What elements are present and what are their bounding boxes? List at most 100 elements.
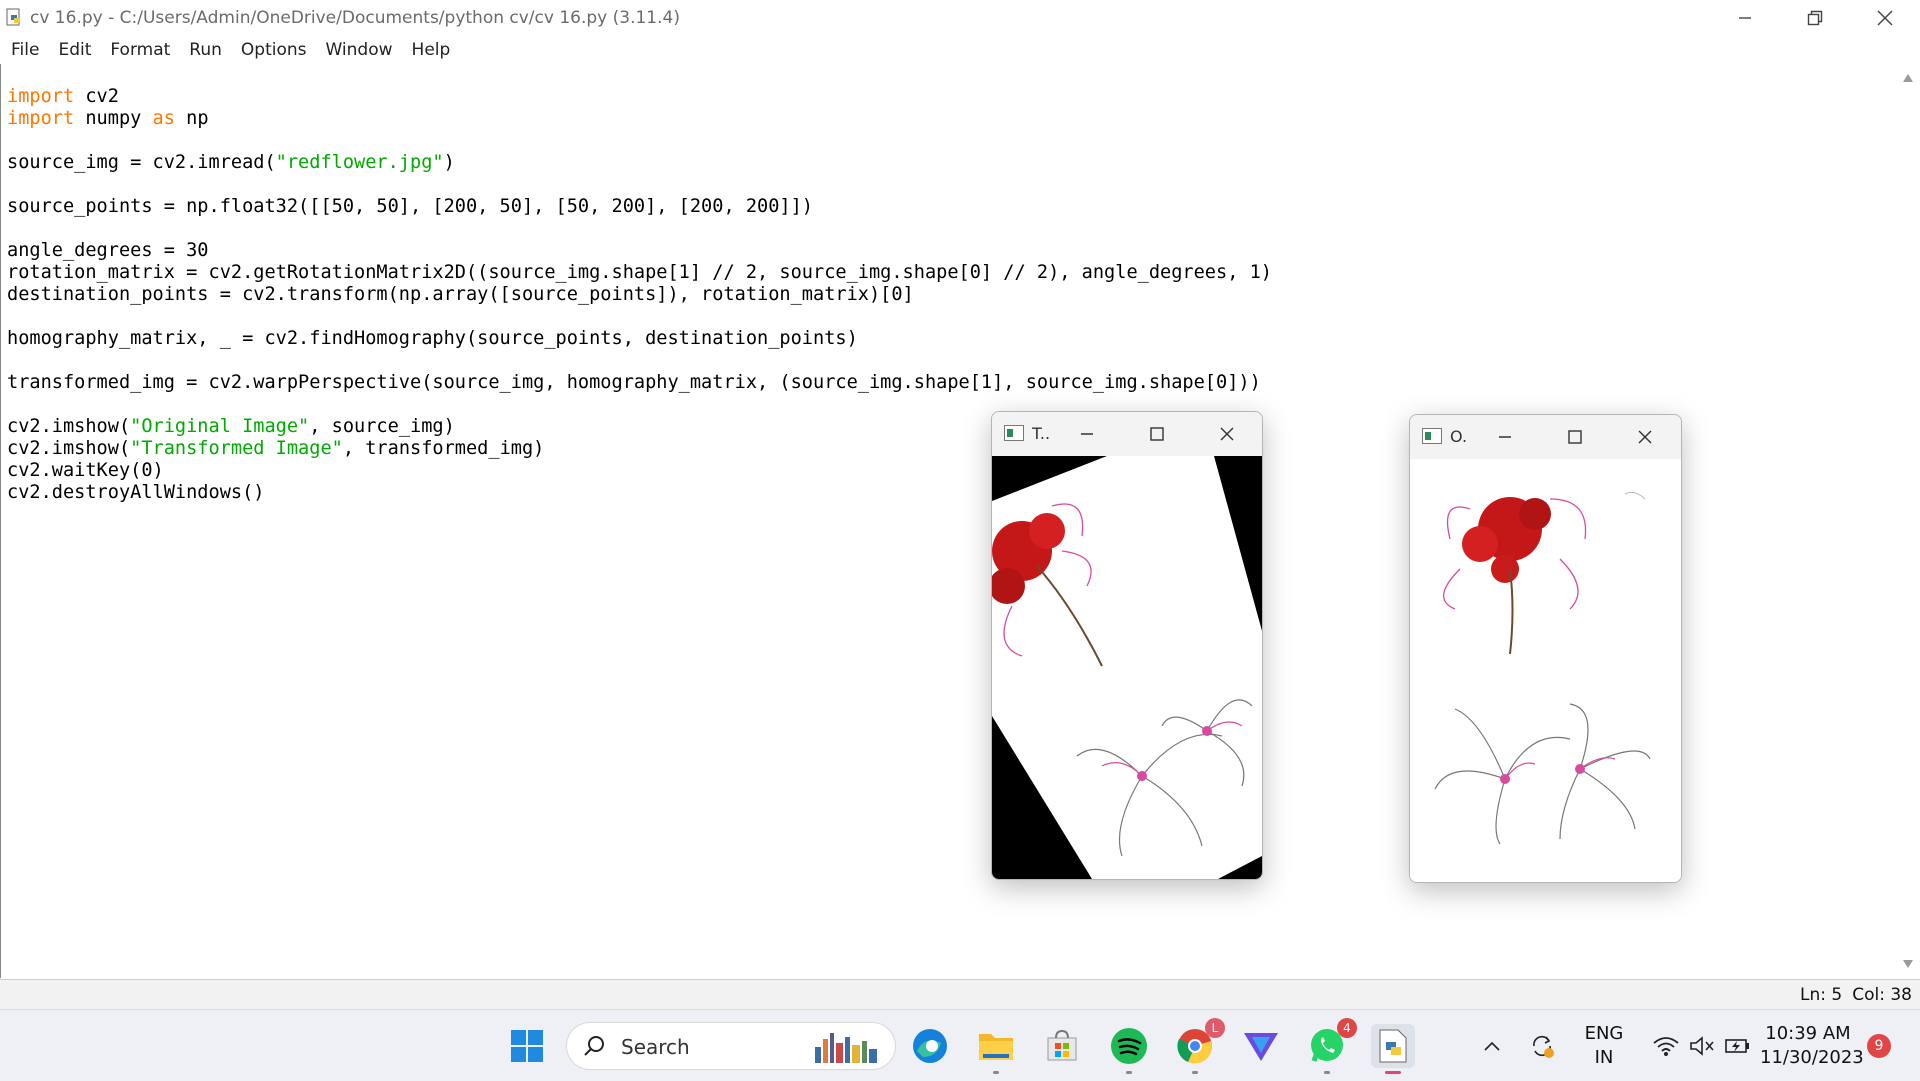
keyword: import: [7, 86, 75, 107]
running-indicator: [993, 1071, 999, 1074]
chevron-up-icon: [1484, 1041, 1500, 1051]
close-button[interactable]: [1850, 0, 1920, 36]
start-button[interactable]: [505, 1024, 549, 1068]
string-literal: "Transformed Image": [130, 438, 343, 459]
cursor-position: Ln: 5 Col: 38: [1790, 985, 1912, 1005]
close-button[interactable]: [1212, 420, 1242, 448]
file-explorer-button[interactable]: [974, 1024, 1018, 1074]
chrome-profile-badge: L: [1205, 1018, 1225, 1038]
region-code: IN: [1594, 1047, 1614, 1068]
status-bar: Ln: 5 Col: 38: [0, 979, 1920, 1010]
sync-icon: [1533, 1035, 1554, 1058]
city-skyline-icon: [815, 1033, 877, 1063]
original-image-window[interactable]: O.: [1409, 414, 1682, 883]
window-title: cv 16.py - C:/Users/Admin/OneDrive/Docum…: [30, 8, 680, 28]
clock[interactable]: 10:39 AM 11/30/2023: [1760, 1022, 1864, 1070]
battery-icon: [1725, 1039, 1749, 1053]
image-window-icon: [1004, 425, 1024, 441]
maximize-button[interactable]: [1142, 420, 1172, 448]
string-literal: "redflower.jpg": [275, 152, 444, 173]
notification-count-badge[interactable]: 9: [1867, 1034, 1891, 1058]
close-icon: [1220, 427, 1234, 441]
code-line-1: import cv2: [7, 86, 119, 107]
spotify-icon: [1111, 1028, 1147, 1064]
transformed-image-window[interactable]: T..: [991, 411, 1263, 880]
search-label: Search: [621, 1035, 690, 1059]
search-icon: [584, 1036, 604, 1056]
close-icon: [1638, 430, 1652, 444]
code-line-6: source_points = np.float32([[50, 50], [2…: [7, 196, 813, 217]
vpn-icon: [1244, 1033, 1278, 1061]
language-code: ENG: [1584, 1023, 1624, 1044]
python-file-icon: [6, 8, 20, 26]
code-line-18: cv2.waitKey(0): [7, 460, 164, 481]
restore-button[interactable]: [1780, 0, 1850, 36]
menu-format[interactable]: Format: [102, 40, 178, 60]
maximize-button[interactable]: [1560, 423, 1590, 451]
windows-start-icon: [511, 1030, 543, 1062]
menu-options[interactable]: Options: [233, 40, 315, 60]
edge-button[interactable]: [908, 1024, 952, 1068]
original-image: [1410, 459, 1681, 882]
whatsapp-unread-badge: 4: [1337, 1018, 1357, 1038]
scroll-up-icon[interactable]: [1903, 74, 1913, 82]
spotify-button[interactable]: [1107, 1024, 1151, 1074]
wifi-icon: [1653, 1037, 1679, 1056]
scroll-down-icon[interactable]: [1903, 960, 1913, 968]
sync-button[interactable]: [1524, 1024, 1560, 1068]
window-titlebar[interactable]: T..: [992, 412, 1262, 456]
minimize-icon: [1499, 436, 1511, 438]
minimize-button[interactable]: [1490, 423, 1520, 451]
vpn-button[interactable]: [1239, 1024, 1283, 1068]
window-titlebar[interactable]: O.: [1410, 415, 1681, 459]
maximize-icon: [1568, 430, 1582, 444]
window-title: T..: [1032, 424, 1051, 443]
minimize-icon: [1739, 17, 1751, 19]
title-bar: cv 16.py - C:/Users/Admin/OneDrive/Docum…: [0, 0, 1920, 36]
idle-icon: [1379, 1029, 1407, 1063]
minimize-button[interactable]: [1710, 0, 1780, 36]
edge-icon: [913, 1029, 947, 1063]
maximize-icon: [1150, 427, 1164, 441]
language-indicator[interactable]: ENG IN: [1576, 1022, 1632, 1070]
idle-button[interactable]: [1371, 1024, 1415, 1074]
running-indicator: [1324, 1071, 1330, 1074]
code-line-2: import numpy as np: [7, 108, 209, 129]
menu-bar: File Edit Format Run Options Window Help: [0, 36, 1920, 65]
menu-window[interactable]: Window: [318, 40, 401, 60]
string-literal: "Original Image": [130, 416, 310, 437]
image-window-icon: [1422, 428, 1442, 444]
show-hidden-icons-button[interactable]: [1477, 1024, 1507, 1068]
quick-settings-button[interactable]: [1642, 1024, 1762, 1068]
code-line-19: cv2.destroyAllWindows(): [7, 482, 265, 503]
minimize-icon: [1081, 433, 1093, 435]
code-line-17: cv2.imshow("Transformed Image", transfor…: [7, 438, 545, 459]
code-line-14: transformed_img = cv2.warpPerspective(so…: [7, 372, 1261, 393]
microsoft-store-icon: [1047, 1029, 1077, 1061]
menu-file[interactable]: File: [3, 40, 47, 60]
store-button[interactable]: [1040, 1024, 1084, 1068]
clock-time: 10:39 AM: [1765, 1023, 1851, 1044]
clock-date: 11/30/2023: [1760, 1047, 1864, 1068]
running-indicator: [1126, 1071, 1132, 1074]
active-indicator: [1385, 1071, 1401, 1074]
window-title: O.: [1450, 427, 1468, 446]
keyword: as: [152, 108, 175, 129]
chrome-button[interactable]: L: [1173, 1018, 1225, 1074]
menu-edit[interactable]: Edit: [50, 40, 99, 60]
mute-icon: [1690, 1036, 1714, 1056]
code-line-8: angle_degrees = 30: [7, 240, 209, 261]
vertical-scrollbar[interactable]: [1896, 64, 1920, 978]
whatsapp-button[interactable]: 4: [1305, 1018, 1357, 1074]
menu-run[interactable]: Run: [181, 40, 230, 60]
code-line-16: cv2.imshow("Original Image", source_img): [7, 416, 455, 437]
line-number: Ln: 5: [1800, 985, 1843, 1005]
code-line-10: destination_points = cv2.transform(np.ar…: [7, 284, 914, 305]
menu-help[interactable]: Help: [404, 40, 459, 60]
taskbar-search[interactable]: Search: [566, 1022, 896, 1070]
transformed-image: [992, 456, 1262, 879]
minimize-button[interactable]: [1072, 420, 1102, 448]
file-explorer-icon: [979, 1034, 1013, 1060]
close-button[interactable]: [1630, 423, 1660, 451]
column-number: Col: 38: [1852, 985, 1912, 1005]
